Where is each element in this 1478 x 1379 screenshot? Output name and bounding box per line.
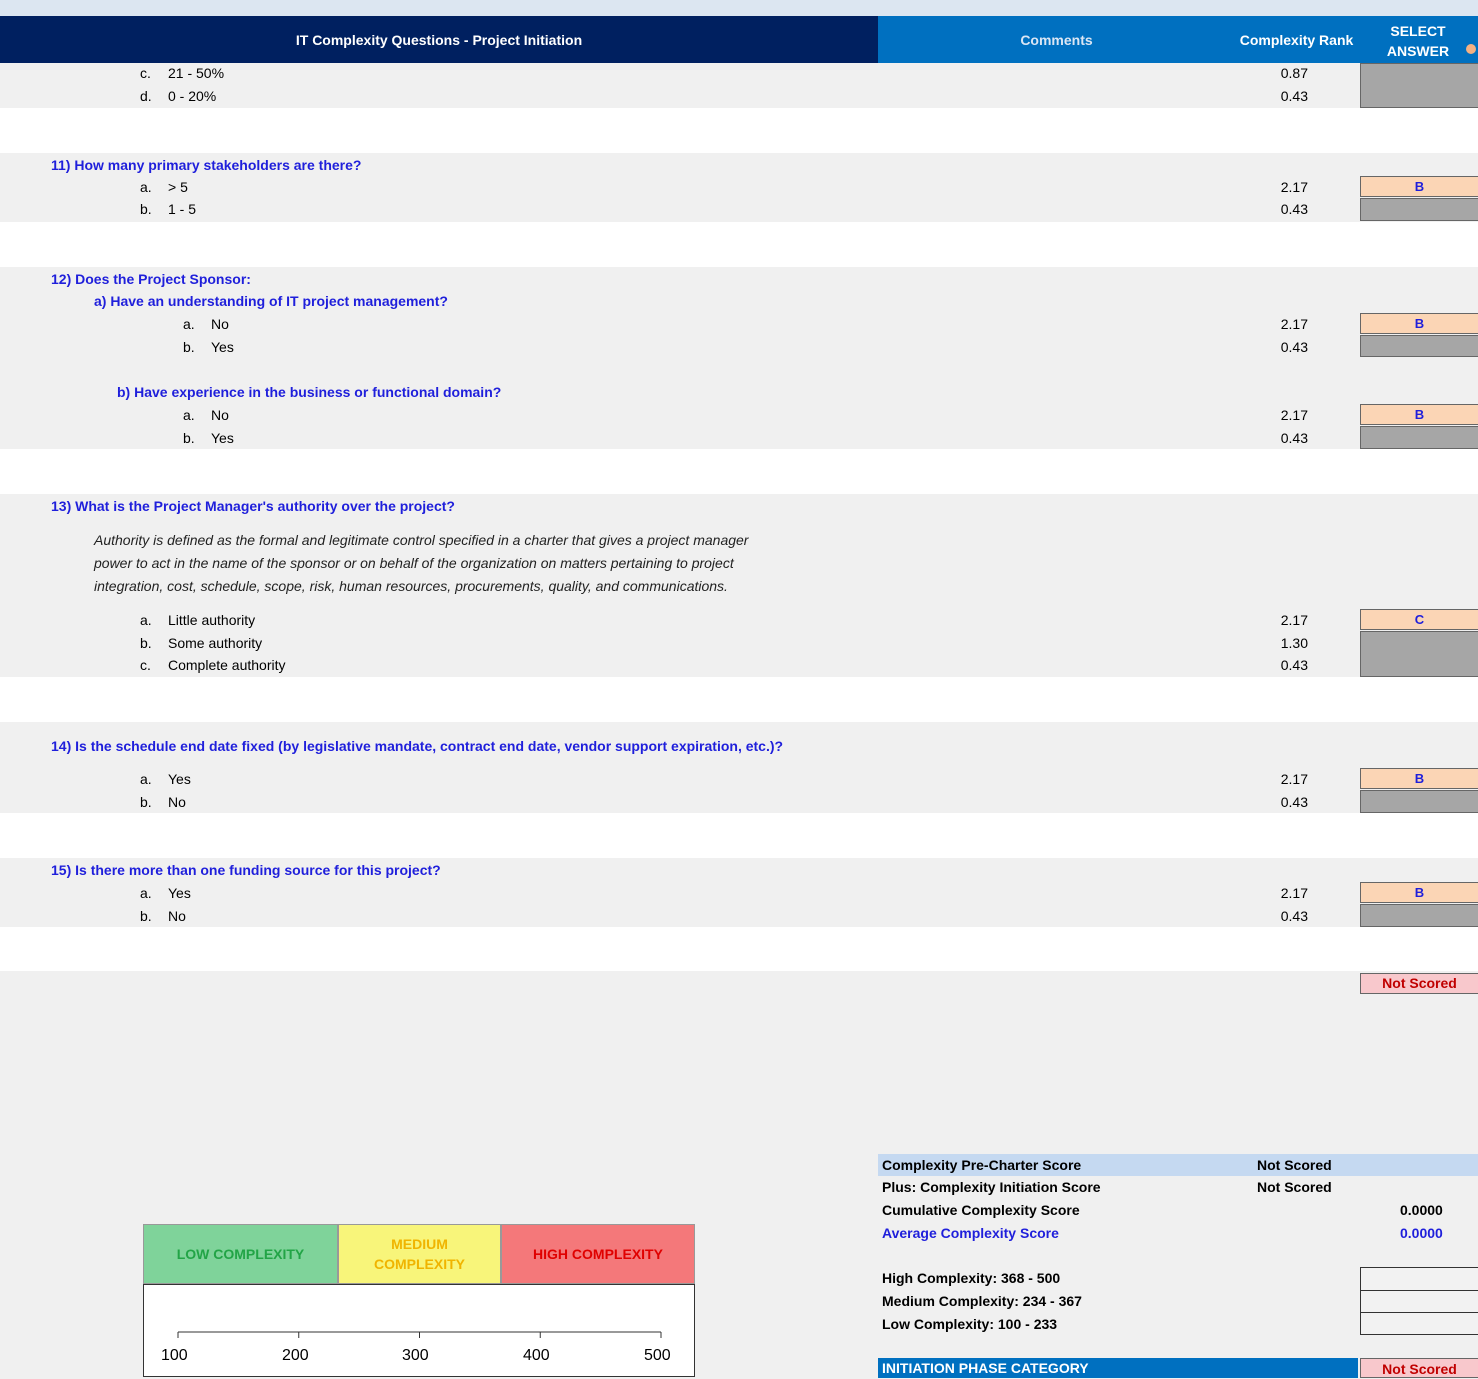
answer-select-q13[interactable]: C — [1360, 609, 1478, 630]
high-complexity-range: High Complexity: 368 - 500 — [882, 1270, 1061, 1286]
question-14: 14) Is the schedule end date fixed (by l… — [51, 738, 784, 754]
rank-q12a-b: 0.43 — [1280, 339, 1308, 355]
separator — [0, 108, 1478, 153]
header-select-label: SELECT — [1390, 22, 1446, 39]
legend-low-label: LOW COMPLEXITY — [176, 1246, 305, 1262]
scale-tick-label-100: 100 — [161, 1347, 188, 1364]
answer-select-q12b[interactable]: B — [1360, 404, 1478, 425]
header-answer-label: ANSWER — [1386, 42, 1450, 59]
initiation-score-label: Plus: Complexity Initiation Score — [882, 1179, 1101, 1195]
scale-tick-label-300: 300 — [402, 1347, 429, 1364]
header-comments-label: Comments — [1020, 31, 1093, 48]
rank-q12b-a: 2.17 — [1280, 407, 1308, 423]
rank-q15-a: 2.17 — [1280, 885, 1308, 901]
rank-q12a-a: 2.17 — [1280, 316, 1308, 332]
separator — [0, 927, 1478, 971]
answer-cell-q13-empty[interactable] — [1360, 631, 1478, 677]
option-q12a-b: b. Yes — [183, 339, 234, 355]
question-12b: b) Have experience in the business or fu… — [117, 384, 502, 400]
pre-charter-score-value: Not Scored — [1257, 1157, 1332, 1173]
header-comments: Comments — [878, 16, 1235, 63]
legend-low-complexity: LOW COMPLEXITY — [143, 1224, 338, 1284]
scale-tick-label-500: 500 — [644, 1347, 671, 1364]
medium-complexity-range: Medium Complexity: 234 - 367 — [882, 1293, 1082, 1309]
comment-indicator-icon[interactable] — [1466, 44, 1476, 54]
initiation-score-value: Not Scored — [1257, 1179, 1332, 1195]
rank-q13-c: 0.43 — [1280, 657, 1308, 673]
average-score-value: 0.0000 — [1400, 1225, 1443, 1241]
legend-high-complexity: HIGH COMPLEXITY — [501, 1224, 695, 1284]
category-value-badge: Not Scored — [1360, 1358, 1478, 1378]
answer-cell-q14-empty[interactable] — [1360, 790, 1478, 813]
answer-select-q11[interactable]: B — [1360, 176, 1478, 197]
q13-description-line-1: Authority is defined as the formal and l… — [94, 532, 749, 548]
option-q14-a: a. Yes — [140, 771, 191, 787]
cumulative-score-label: Cumulative Complexity Score — [882, 1202, 1080, 1218]
answer-cell-q12a-empty[interactable] — [1360, 335, 1478, 357]
separator — [0, 222, 1478, 267]
question-12: 12) Does the Project Sponsor: — [51, 271, 251, 287]
option-q15-b: b. No — [140, 908, 186, 924]
scale-tick-label-400: 400 — [523, 1347, 550, 1364]
section-score-badge: Not Scored — [1360, 973, 1478, 994]
option-q13-b: b. Some authority — [140, 635, 263, 651]
rank-q10-d: 0.43 — [1280, 88, 1308, 104]
header-rank-label: Complexity Rank — [1239, 31, 1354, 48]
header-questions: IT Complexity Questions - Project Initia… — [0, 16, 878, 63]
option-q10-c: c. 21 - 50% — [140, 65, 225, 81]
legend-medium-complexity: MEDIUM COMPLEXITY — [338, 1224, 501, 1284]
complexity-scale: 100 200 300 400 500 — [143, 1284, 695, 1377]
average-score-label: Average Complexity Score — [882, 1225, 1059, 1241]
scale-tick-label-200: 200 — [282, 1347, 309, 1364]
q13-description-line-3: integration, cost, schedule, scope, risk… — [94, 578, 728, 594]
option-q11-b: b. 1 - 5 — [140, 201, 197, 217]
option-q13-c: c. Complete authority — [140, 657, 286, 673]
legend-medium-label-2: COMPLEXITY — [373, 1256, 465, 1272]
category-bar: INITIATION PHASE CATEGORY — [878, 1358, 1358, 1378]
question-11: 11) How many primary stakeholders are th… — [51, 157, 362, 173]
answer-cell-q12b-empty[interactable] — [1360, 426, 1478, 449]
option-q15-a: a. Yes — [140, 885, 191, 901]
answer-cell-q15-empty[interactable] — [1360, 904, 1478, 927]
range-indicator-box — [1360, 1267, 1478, 1335]
rank-q14-b: 0.43 — [1280, 794, 1308, 810]
option-q12a-a: a. No — [183, 316, 229, 332]
option-q13-a: a. Little authority — [140, 612, 256, 628]
option-q14-b: b. No — [140, 794, 186, 810]
rank-q15-b: 0.43 — [1280, 908, 1308, 924]
question-13: 13) What is the Project Manager's author… — [51, 498, 455, 514]
option-q10-d: d. 0 - 20% — [140, 88, 217, 104]
top-strip — [0, 0, 1478, 16]
answer-cell-q11-empty[interactable] — [1360, 198, 1478, 221]
header-rank: Complexity Rank — [1235, 16, 1358, 63]
rank-q11-b: 0.43 — [1280, 201, 1308, 217]
rank-q11-a: 2.17 — [1280, 179, 1308, 195]
question-12a: a) Have an understanding of IT project m… — [94, 293, 448, 309]
option-q12b-b: b. Yes — [183, 430, 234, 446]
legend-high-label: HIGH COMPLEXITY — [533, 1246, 663, 1262]
answer-select-q15[interactable]: B — [1360, 882, 1478, 903]
category-label: INITIATION PHASE CATEGORY — [882, 1360, 1089, 1376]
separator — [0, 449, 1478, 494]
answer-select-q12a[interactable]: B — [1360, 313, 1478, 334]
answer-select-q14[interactable]: B — [1360, 768, 1478, 789]
rank-q13-a: 2.17 — [1280, 612, 1308, 628]
question-15: 15) Is there more than one funding sourc… — [51, 862, 441, 878]
rank-q10-c: 0.87 — [1280, 65, 1308, 81]
answer-cell-q10[interactable] — [1360, 63, 1478, 108]
option-q12b-a: a. No — [183, 407, 229, 423]
rank-q14-a: 2.17 — [1280, 771, 1308, 787]
separator — [0, 813, 1478, 858]
rank-q12b-b: 0.43 — [1280, 430, 1308, 446]
pre-charter-score-label: Complexity Pre-Charter Score — [882, 1157, 1082, 1173]
cumulative-score-value: 0.0000 — [1400, 1202, 1443, 1218]
option-q11-a: a. > 5 — [140, 179, 188, 195]
q13-description-line-2: power to act in the name of the sponsor … — [94, 555, 734, 571]
legend-medium-label-1: MEDIUM — [391, 1236, 448, 1252]
separator — [0, 677, 1478, 722]
header-questions-label: IT Complexity Questions - Project Initia… — [295, 31, 583, 48]
header-select-answer: SELECT ANSWER — [1358, 16, 1478, 63]
rank-q13-b: 1.30 — [1280, 635, 1308, 651]
low-complexity-range: Low Complexity: 100 - 233 — [882, 1316, 1058, 1332]
